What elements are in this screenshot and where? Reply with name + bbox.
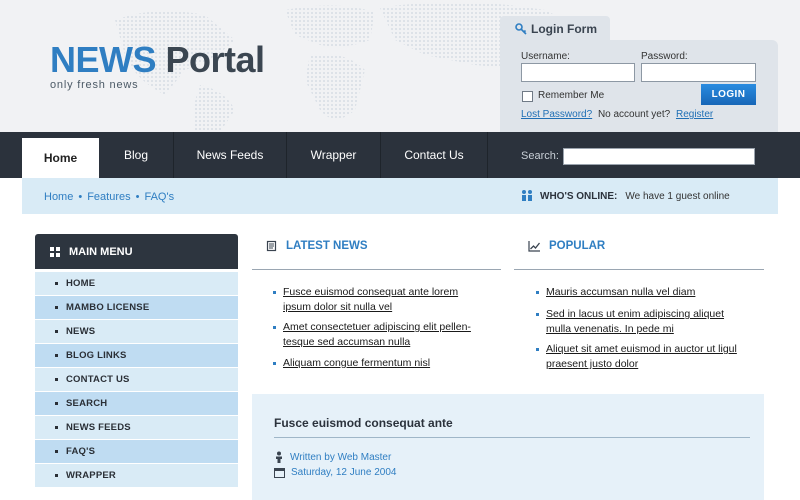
no-account-text: No account yet?: [597, 109, 671, 120]
menu-item-label: MAMBO LICENSE: [66, 302, 150, 313]
menu-item-faqs[interactable]: FAQ'S: [35, 440, 238, 463]
news-icon: [266, 240, 277, 252]
main-menu-title: MAIN MENU: [69, 245, 133, 258]
menu-item-news-feeds[interactable]: NEWS FEEDS: [35, 416, 238, 439]
popular-title: POPULAR: [549, 240, 606, 252]
remember-me-label: Remember Me: [538, 90, 605, 101]
nav-item-blog[interactable]: Blog: [99, 132, 174, 178]
popular-item[interactable]: Mauris accumsan nulla vel diam: [536, 285, 695, 300]
menu-item-label: SEARCH: [66, 398, 108, 409]
menu-item-news[interactable]: NEWS: [35, 320, 238, 343]
whos-online-label: WHO'S ONLINE:: [540, 190, 618, 202]
username-input[interactable]: [521, 63, 635, 82]
menu-item-contact-us[interactable]: CONTACT US: [35, 368, 238, 391]
search-input[interactable]: [563, 148, 755, 165]
menu-item-home[interactable]: HOME: [35, 272, 238, 295]
search-label: Search:: [521, 150, 559, 162]
password-input[interactable]: [641, 63, 756, 82]
breadcrumb: Home • Features • FAQ's: [44, 191, 175, 203]
nav-item-home[interactable]: Home: [22, 138, 99, 178]
register-link[interactable]: Register: [676, 109, 713, 120]
latest-news-item[interactable]: Amet consectetuer adipiscing elit pellen…: [273, 320, 471, 350]
menu-item-label: NEWS FEEDS: [66, 422, 131, 433]
article-title[interactable]: Fusce euismod consequat ante: [274, 416, 453, 430]
login-links: Lost Password? No account yet? Register: [521, 109, 713, 120]
whos-online: WHO'S ONLINE: We have 1 guest online: [520, 189, 730, 203]
users-online-icon: [522, 190, 532, 201]
popular-item[interactable]: Sed in lacus ut enim adipiscing aliquet m…: [536, 307, 724, 337]
menu-item-label: BLOG LINKS: [66, 350, 127, 361]
article-date: Saturday, 12 June 2004: [274, 467, 396, 478]
popular-header: POPULAR: [528, 240, 605, 252]
popular-divider: [514, 269, 764, 270]
menu-item-blog-links[interactable]: BLOG LINKS: [35, 344, 238, 367]
article-author: Written by Web Master: [274, 451, 391, 463]
latest-news-item[interactable]: Fusce euismod consequat ante lorem ipsum …: [273, 285, 458, 315]
menu-item-label: FAQ'S: [66, 446, 96, 457]
username-label: Username:: [521, 51, 570, 62]
article-panel: [252, 394, 764, 500]
lost-password-link[interactable]: Lost Password?: [521, 109, 592, 120]
login-button[interactable]: LOGIN: [701, 84, 756, 105]
popular-item[interactable]: Aliquet sit amet euismod in auctor ut li…: [536, 342, 737, 372]
key-icon: [515, 23, 527, 35]
site-logo[interactable]: NEWS Portal only fresh news: [50, 39, 266, 92]
main-menu-header: MAIN MENU: [35, 234, 238, 269]
logo-tagline: only fresh news: [50, 79, 139, 91]
breadcrumb-home[interactable]: Home: [44, 191, 73, 203]
latest-news-header: LATEST NEWS: [266, 240, 368, 252]
menu-item-label: CONTACT US: [66, 374, 130, 385]
menu-item-mambo-license[interactable]: MAMBO LICENSE: [35, 296, 238, 319]
article-author-text: Written by Web Master: [290, 451, 392, 463]
remember-me-checkbox[interactable]: [522, 91, 533, 102]
menu-item-search[interactable]: SEARCH: [35, 392, 238, 415]
login-title-text: Login Form: [531, 22, 597, 36]
chart-icon: [528, 241, 541, 252]
nav-item-news-feeds[interactable]: News Feeds: [174, 132, 287, 178]
logo-portal-text: Portal: [165, 39, 266, 80]
latest-news-item[interactable]: Aliquam congue fermentum nisl: [273, 356, 430, 371]
menu-item-label: WRAPPER: [66, 470, 116, 481]
breadcrumb-features[interactable]: Features: [87, 191, 130, 203]
menu-item-wrapper[interactable]: WRAPPER: [35, 464, 238, 487]
person-icon: [276, 451, 282, 463]
latest-news-divider: [252, 269, 501, 270]
menu-item-label: NEWS: [66, 326, 96, 337]
nav-item-wrapper[interactable]: Wrapper: [287, 132, 381, 178]
logo-news-text: NEWS: [50, 39, 157, 80]
breadcrumb-faqs[interactable]: FAQ's: [144, 191, 174, 203]
calendar-icon: [274, 468, 285, 478]
menu-item-label: HOME: [66, 278, 96, 289]
article-divider: [274, 437, 750, 438]
nav-item-contact-us[interactable]: Contact Us: [381, 132, 488, 178]
article-date-text: Saturday, 12 June 2004: [291, 467, 397, 478]
whos-online-text: We have 1 guest online: [625, 190, 730, 202]
menu-icon: [50, 246, 60, 257]
latest-news-title: LATEST NEWS: [286, 240, 368, 252]
login-form-title: Login Form: [515, 22, 597, 36]
password-label: Password:: [641, 51, 688, 62]
